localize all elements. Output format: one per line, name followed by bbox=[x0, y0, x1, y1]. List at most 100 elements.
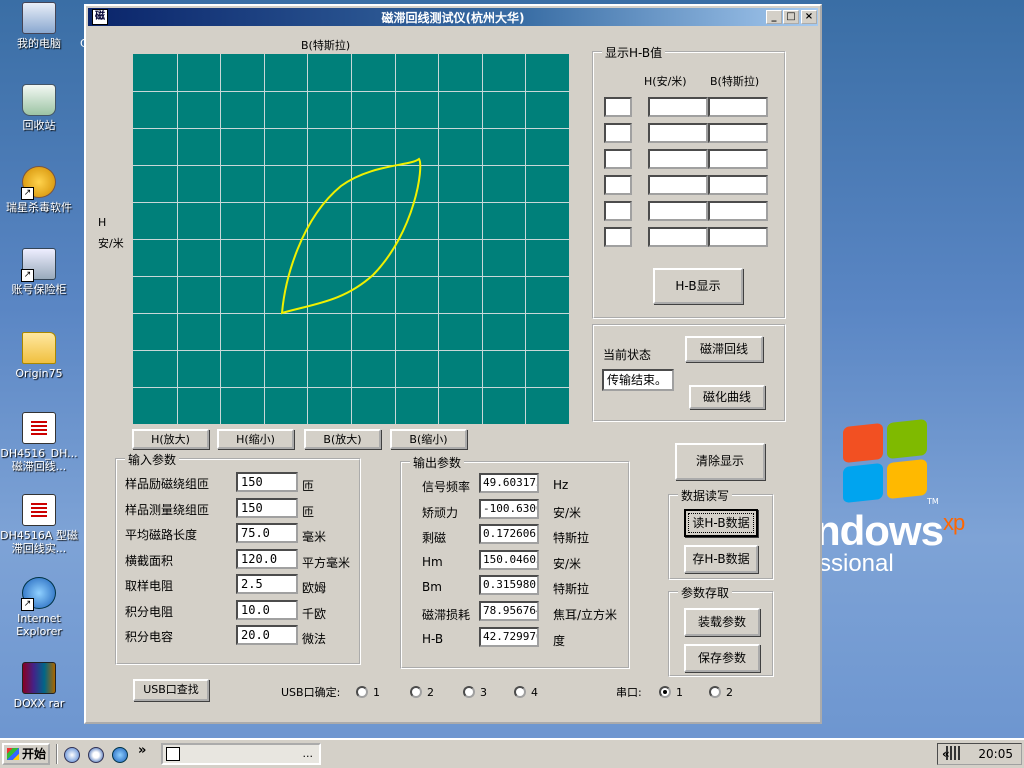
tray-expand-arrow[interactable]: « bbox=[942, 744, 950, 764]
input-param-unit: 毫米 bbox=[302, 530, 327, 544]
clock[interactable]: 20:05 bbox=[978, 744, 1013, 764]
hysteresis-loop-button[interactable]: 磁滞回线 bbox=[685, 336, 763, 362]
computer-icon bbox=[22, 2, 56, 34]
desktop-icon-dh4516a-doc[interactable]: DH4516A 型磁滞回线实... bbox=[0, 494, 78, 555]
usb-port-radio-label: 3 bbox=[480, 686, 487, 699]
show-desktop-icon[interactable] bbox=[64, 747, 80, 763]
usb-port-radio[interactable] bbox=[356, 686, 368, 698]
desktop-icon-internet-explorer[interactable]: Internet Explorer bbox=[0, 577, 78, 638]
serial-port-radio[interactable] bbox=[709, 686, 721, 698]
data-rw-group: 数据读写 读H-B数据 存H-B数据 bbox=[668, 487, 774, 580]
start-button[interactable]: 开始 bbox=[2, 743, 50, 765]
close-button[interactable]: × bbox=[801, 10, 817, 24]
desktop-icon-recycle-bin[interactable]: 回收站 bbox=[0, 84, 78, 132]
status-field: 传输结束。 bbox=[602, 369, 674, 391]
output-param-field: 42.729970 bbox=[479, 626, 539, 647]
plot-x-axis-label: H bbox=[98, 216, 107, 229]
hb-h-value-cell bbox=[648, 97, 708, 117]
hb-h-value-cell bbox=[648, 149, 708, 169]
xp-wordmark: ndowsxp bbox=[815, 507, 965, 555]
desktop-icon-account-safe[interactable]: 账号保险柜 bbox=[0, 248, 78, 296]
title-bar[interactable]: 磁 磁滞回线测试仪(杭州大华) _ □ × bbox=[88, 8, 818, 26]
input-param-field[interactable]: 10.0 bbox=[236, 599, 298, 620]
input-param-unit: 匝 bbox=[302, 504, 315, 519]
input-param-field[interactable]: 120.0 bbox=[236, 548, 298, 569]
h-zoom-in-button[interactable]: H(放大) bbox=[132, 429, 209, 449]
windows-xp-logo: TM ndowsxp ssional bbox=[815, 418, 1024, 585]
output-param-unit: 安/米 bbox=[553, 556, 582, 571]
folder-icon bbox=[22, 332, 56, 364]
desktop-icon-label: DH4516_DH... 磁滞回线... bbox=[0, 447, 78, 473]
internet-explorer-icon[interactable] bbox=[112, 747, 128, 763]
clear-display-button[interactable]: 清除显示 bbox=[675, 443, 765, 480]
media-player-icon[interactable] bbox=[88, 747, 104, 763]
quick-launch-more[interactable]: » bbox=[138, 743, 146, 758]
usb-port-radio[interactable] bbox=[463, 686, 475, 698]
usb-port-radio[interactable] bbox=[514, 686, 526, 698]
input-param-unit: 微法 bbox=[302, 632, 327, 646]
input-param-unit: 千欧 bbox=[302, 606, 327, 621]
hb-b-value-cell bbox=[708, 97, 768, 117]
input-param-field[interactable]: 150 bbox=[236, 472, 298, 492]
output-param-label: 矫顽力 bbox=[422, 505, 459, 520]
output-param-unit: 安/米 bbox=[553, 505, 582, 520]
hb-values-legend: 显示H-B值 bbox=[602, 44, 666, 61]
input-param-unit: 平方毫米 bbox=[302, 555, 351, 570]
minimize-button[interactable]: _ bbox=[766, 10, 782, 24]
plot-y-axis-label: B(特斯拉) bbox=[301, 39, 351, 52]
input-param-field[interactable]: 2.5 bbox=[236, 574, 298, 594]
hb-b-value-cell bbox=[708, 149, 768, 169]
hb-col-b-header: B(特斯拉) bbox=[710, 75, 760, 88]
usb-port-radio[interactable] bbox=[410, 686, 422, 698]
xp-edition: ssional bbox=[819, 550, 894, 577]
output-param-unit: 度 bbox=[553, 633, 566, 648]
system-tray: « 20:05 bbox=[937, 743, 1022, 765]
plot-x-axis-unit: 安/米 bbox=[98, 237, 124, 250]
hb-h-value-cell bbox=[648, 227, 708, 247]
desktop-icon-rar[interactable]: DOXX rar bbox=[0, 662, 78, 710]
input-param-label: 取样电阻 bbox=[125, 579, 174, 593]
input-param-label: 积分电容 bbox=[125, 630, 174, 644]
taskbar-divider bbox=[56, 744, 58, 764]
desktop-icon-antivirus[interactable]: 瑞星杀毒软件 bbox=[0, 166, 78, 214]
maximize-button[interactable]: □ bbox=[783, 10, 799, 24]
magnetization-curve-button[interactable]: 磁化曲线 bbox=[689, 385, 765, 409]
output-param-label: Bm bbox=[422, 580, 442, 595]
taskbar-app-button[interactable]: ... bbox=[161, 743, 321, 765]
serial-port-radio[interactable] bbox=[659, 686, 671, 698]
input-param-label: 横截面积 bbox=[125, 553, 174, 568]
usb-port-radio-label: 2 bbox=[427, 686, 434, 699]
serial-port-radio-label: 1 bbox=[676, 686, 683, 699]
desktop-icon-label: 瑞星杀毒软件 bbox=[6, 201, 72, 214]
save-hb-data-button[interactable]: 存H-B数据 bbox=[684, 545, 758, 573]
input-params-group: 输入参数 样品励磁绕组匝 150 匝样品测量绕组匝 150 匝平均磁路长度 75.0 毫米横… bbox=[115, 451, 361, 665]
app-task-icon bbox=[166, 747, 180, 761]
usb-find-button[interactable]: USB口查找 bbox=[133, 679, 209, 701]
output-param-label: H-B bbox=[422, 631, 444, 646]
lion-icon bbox=[21, 166, 56, 200]
desktop-icon-dh4516-doc[interactable]: DH4516_DH... 磁滞回线... bbox=[0, 412, 78, 473]
h-zoom-out-button[interactable]: H(缩小) bbox=[217, 429, 294, 449]
save-params-button[interactable]: 保存参数 bbox=[684, 644, 760, 672]
b-zoom-out-button[interactable]: B(缩小) bbox=[390, 429, 467, 449]
output-param-field: -100.6300 bbox=[479, 498, 539, 519]
input-param-label: 平均磁路长度 bbox=[125, 528, 198, 542]
output-param-field: 78.956764 bbox=[479, 601, 539, 621]
read-hb-data-button[interactable]: 读H-B数据 bbox=[684, 509, 758, 537]
hb-display-button[interactable]: H-B显示 bbox=[653, 268, 743, 304]
desktop-icon-my-computer[interactable]: 我的电脑 bbox=[0, 2, 78, 50]
output-params-legend: 输出参数 bbox=[410, 454, 465, 471]
input-param-label: 积分电阻 bbox=[125, 604, 174, 619]
desktop-icon-origin[interactable]: Origin75 bbox=[0, 332, 78, 380]
input-param-field[interactable]: 75.0 bbox=[236, 523, 298, 543]
input-param-field[interactable]: 20.0 bbox=[236, 625, 298, 645]
load-params-button[interactable]: 装载参数 bbox=[684, 608, 760, 636]
document-icon bbox=[22, 494, 56, 526]
b-zoom-in-button[interactable]: B(放大) bbox=[304, 429, 381, 449]
output-param-field: 49.603175 bbox=[479, 473, 539, 493]
document-icon bbox=[22, 412, 56, 444]
output-param-label: 剩磁 bbox=[422, 531, 447, 546]
desktop-icon-label: DH4516A 型磁滞回线实... bbox=[0, 529, 78, 555]
input-param-field[interactable]: 150 bbox=[236, 497, 298, 518]
xp-suffix: xp bbox=[943, 510, 965, 535]
